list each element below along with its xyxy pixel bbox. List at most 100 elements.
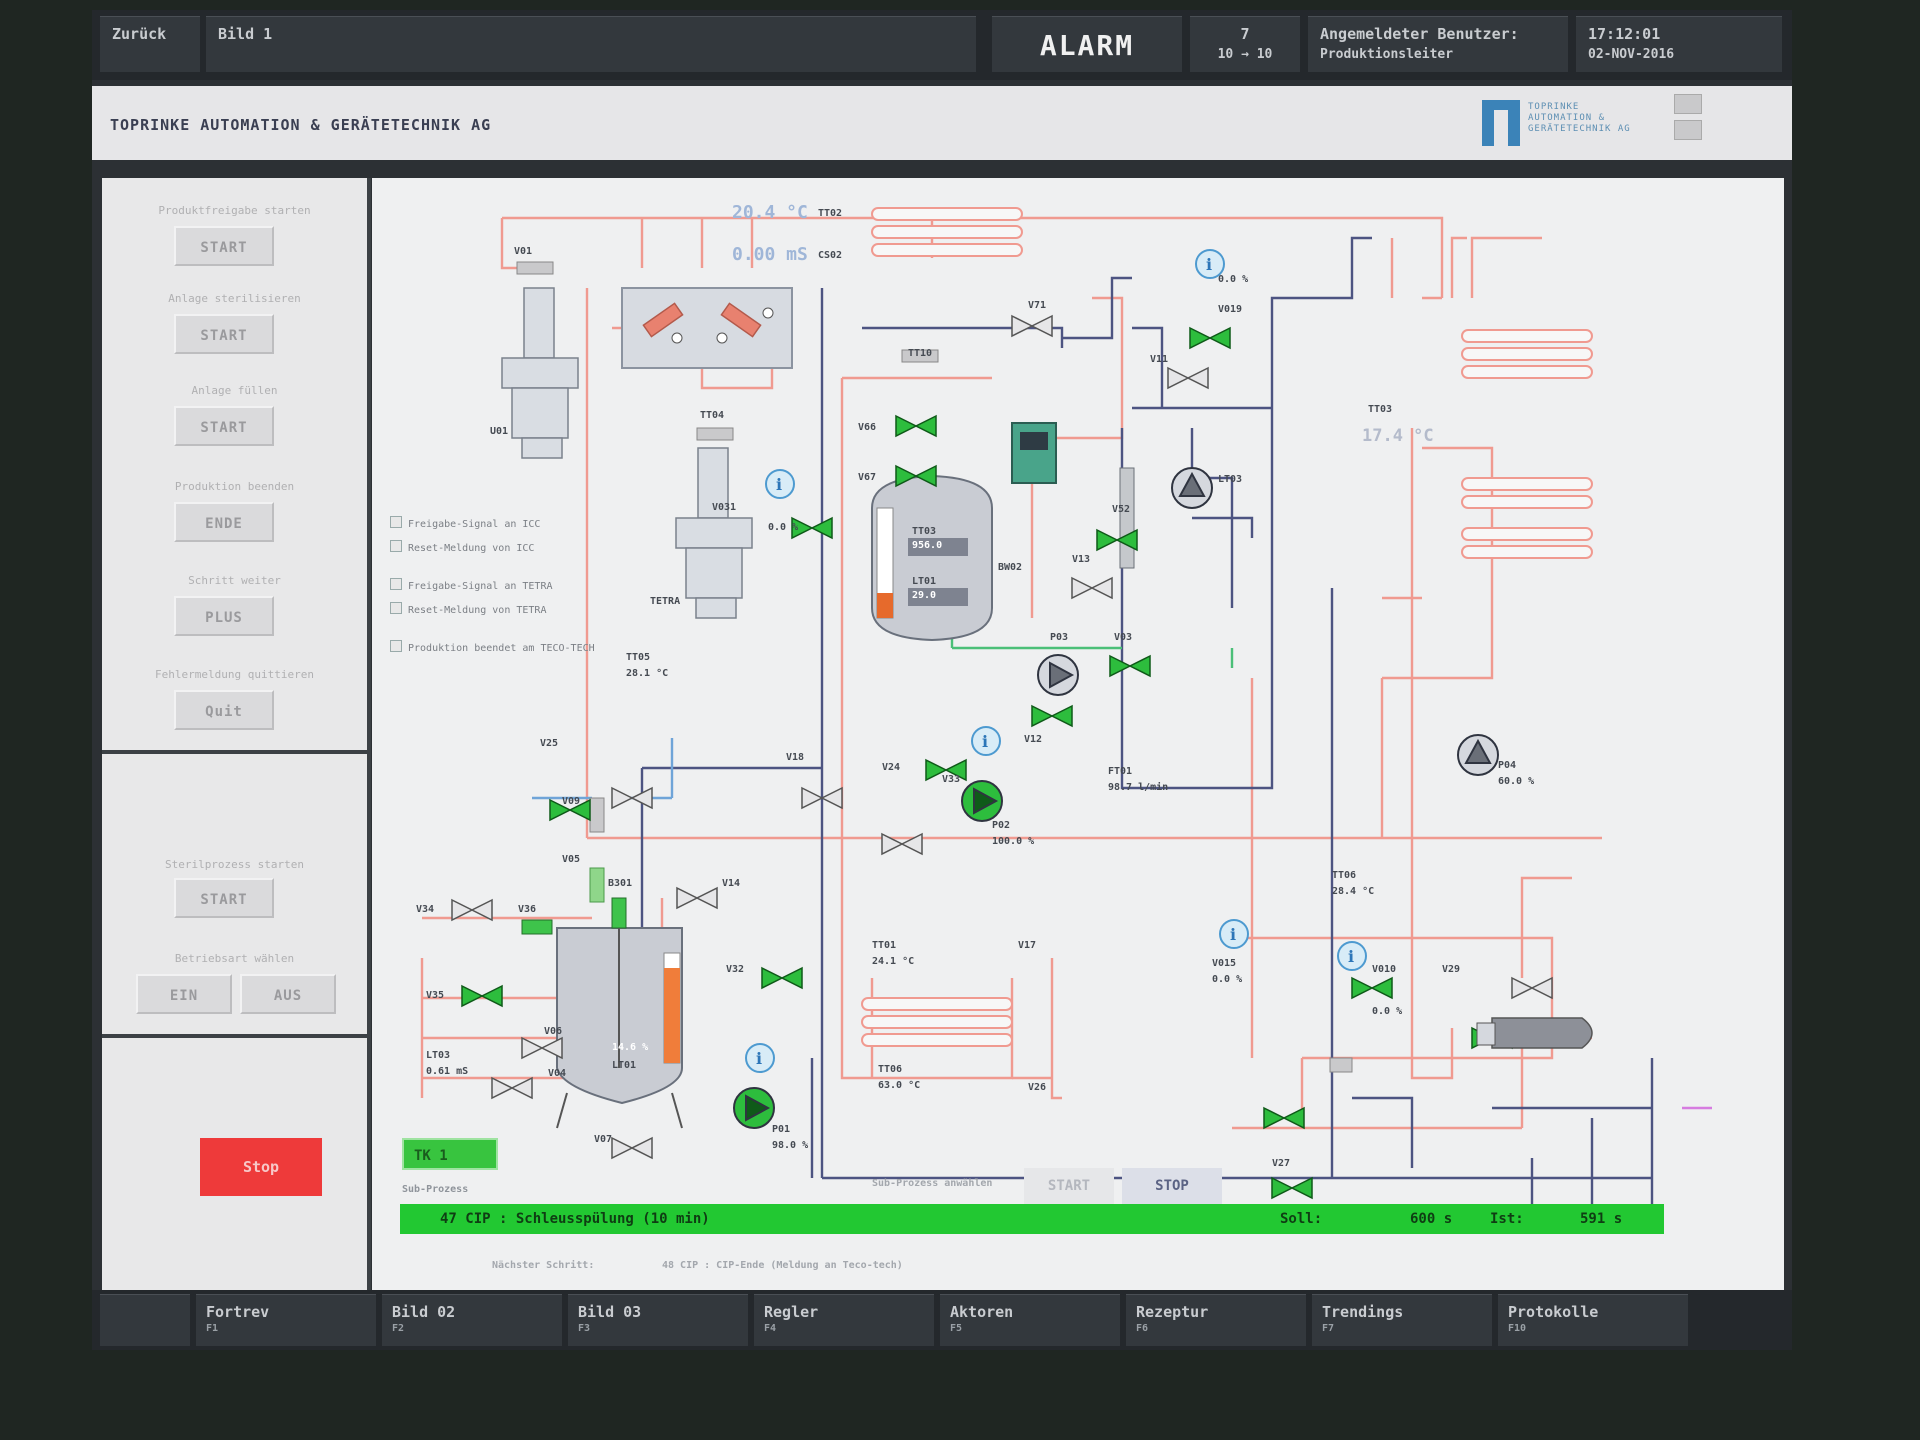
fkey-label: Protokolle (1508, 1303, 1599, 1321)
tag-p03: P03 (1050, 632, 1069, 643)
svg-text:i: i (1230, 925, 1236, 944)
value-tt06b: 63.0 °C (878, 1080, 921, 1091)
logo-text: TOPRINKE AUTOMATION & GERÄTETECHNIK AG (1528, 102, 1631, 134)
function-key-f5[interactable]: Aktoren F5 (940, 1294, 1120, 1346)
tag-v14: V14 (722, 878, 741, 889)
tag-v05: V05 (562, 854, 581, 865)
user-label: Angemeldeter Benutzer: (1320, 25, 1519, 43)
fkey-code: F6 (1136, 1323, 1149, 1334)
mode-on-button[interactable]: EIN (136, 974, 232, 1014)
check-reset-tetra[interactable]: Reset-Meldung von TETRA (390, 602, 546, 616)
function-key-f4[interactable]: Regler F4 (754, 1294, 934, 1346)
tag-v031: V031 (712, 502, 737, 513)
check-release-tetra[interactable]: Freigabe-Signal an TETRA (390, 578, 553, 592)
tag-tt04: TT04 (700, 410, 725, 421)
start-subprocess-button[interactable]: START (1024, 1168, 1114, 1204)
value-cs01: 0.61 mS (426, 1066, 469, 1077)
screen-selector[interactable]: Bild 1 (206, 16, 976, 72)
back-label: Zurück (112, 25, 167, 43)
tag-v29: V29 (1442, 964, 1461, 975)
user-panel[interactable]: Angemeldeter Benutzer: Produktionsleiter (1308, 16, 1568, 72)
screen-name: Bild 1 (218, 25, 273, 43)
tag-v12: V12 (1024, 734, 1043, 745)
fkey-code: F1 (206, 1323, 219, 1334)
stop-subprocess-button[interactable]: STOP (1122, 1168, 1222, 1204)
emergency-stop-button[interactable]: Stop (200, 1138, 322, 1196)
fkey-label: Bild 02 (392, 1303, 456, 1321)
tag-tt06b: TT06 (878, 1064, 903, 1075)
svg-text:i: i (1348, 947, 1354, 966)
alarm-button[interactable]: ALARM (992, 16, 1182, 72)
value-p01: 98.0 % (772, 1140, 809, 1151)
tag-tank-level: LT01 (612, 1060, 637, 1071)
current-step: 47 CIP : Schleusspülung (10 min) (440, 1211, 710, 1227)
back-button[interactable]: Zurück (100, 16, 200, 72)
fkey-code: F2 (392, 1323, 405, 1334)
user-name: Produktionsleiter (1320, 47, 1454, 62)
check-reset-icc[interactable]: Reset-Meldung von ICC (390, 540, 534, 554)
tag-v66: V66 (858, 422, 877, 433)
section-label: Betriebsart wählen (174, 952, 295, 965)
tag-p02: P02 (992, 820, 1011, 831)
clock-date: 02-NOV-2016 (1588, 47, 1675, 62)
tag-tt05: TT05 (626, 652, 651, 663)
tag-v04: V04 (548, 1068, 567, 1079)
hmi-screen: Zurück Bild 1 ALARM 7 10 → 10 Angemeldete… (92, 10, 1792, 1350)
quit-button[interactable]: Quit (174, 690, 274, 730)
tag-u01: U01 (490, 426, 509, 437)
section-label: Anlage sterilisieren (168, 292, 301, 305)
start-sterilize-button[interactable]: START (174, 314, 274, 354)
tag-v33: V33 (942, 774, 961, 785)
value-v019: 0.0 % (1218, 274, 1249, 285)
function-key-f10[interactable]: Protokolle F10 (1498, 1294, 1688, 1346)
function-key-f1[interactable]: Fortrev F1 (196, 1294, 376, 1346)
tag-v09: V09 (562, 796, 581, 807)
tag-tt03b: TT03 (912, 526, 937, 537)
value-tank-level: 29.0 (912, 590, 937, 601)
section-label: Sterilprozess starten (164, 858, 305, 871)
start-release-button[interactable]: START (174, 226, 274, 266)
value-ft01: 98.7 l/min (1108, 782, 1169, 793)
fkey-label: Trendings (1322, 1303, 1404, 1321)
window-close-button[interactable] (1674, 120, 1702, 140)
function-key-f7[interactable]: Trendings F7 (1312, 1294, 1492, 1346)
value-p02: 100.0 % (992, 836, 1035, 847)
section-label: Produktion beenden (174, 480, 295, 493)
tag-v67: V67 (858, 472, 877, 483)
temperature-top: 20.4 °C (732, 202, 808, 223)
step-progress-bar: 47 CIP : Schleusspülung (10 min) Soll: 6… (400, 1204, 1664, 1234)
subprocess-select-label: Sub-Prozess anwählen (872, 1178, 993, 1189)
check-release-icc[interactable]: Freigabe-Signal an ICC (390, 516, 540, 530)
start-fill-button[interactable]: START (174, 406, 274, 446)
start-sterile-button[interactable]: START (174, 878, 274, 918)
alarm-counter[interactable]: 7 10 → 10 (1190, 16, 1300, 72)
alarm-sub: 10 → 10 (1217, 47, 1273, 62)
end-production-button[interactable]: ENDE (174, 502, 274, 542)
tag-tt01: TT01 (872, 940, 897, 951)
tag-v71: V71 (1028, 300, 1047, 311)
conductivity-top: 0.00 mS (732, 244, 808, 265)
tag-v35: V35 (426, 990, 445, 1001)
tag-v07: V07 (594, 1134, 613, 1145)
fkey-code: F3 (578, 1323, 591, 1334)
tag-tetra: TETRA (650, 596, 681, 607)
window-minimize-button[interactable] (1674, 94, 1702, 114)
tag-v24: V24 (882, 762, 901, 773)
actual-label: Ist: (1490, 1211, 1524, 1227)
mode-off-button[interactable]: AUS (240, 974, 336, 1014)
tag-b301: B301 (608, 878, 633, 889)
check-production-ended[interactable]: Produktion beendet am TECO-TECH (390, 640, 595, 654)
function-key-f2[interactable]: Bild 02 F2 (382, 1294, 562, 1346)
section-label: Fehlermeldung quittieren (155, 668, 314, 681)
function-key-f6[interactable]: Rezeptur F6 (1126, 1294, 1306, 1346)
function-key-f3[interactable]: Bild 03 F3 (568, 1294, 748, 1346)
step-plus-button[interactable]: PLUS (174, 596, 274, 636)
value-lt01: 14.6 % (612, 1042, 649, 1053)
tag-v13: V13 (1072, 554, 1091, 565)
fkey-code: F7 (1322, 1323, 1335, 1334)
tank-1-indicator: TK 1 (402, 1138, 498, 1170)
fkey-label: Aktoren (950, 1303, 1014, 1321)
value-tt05: 28.1 °C (626, 668, 669, 679)
actual-value: 591 s (1580, 1211, 1623, 1227)
value-tank-temp: 956.0 (912, 540, 943, 551)
